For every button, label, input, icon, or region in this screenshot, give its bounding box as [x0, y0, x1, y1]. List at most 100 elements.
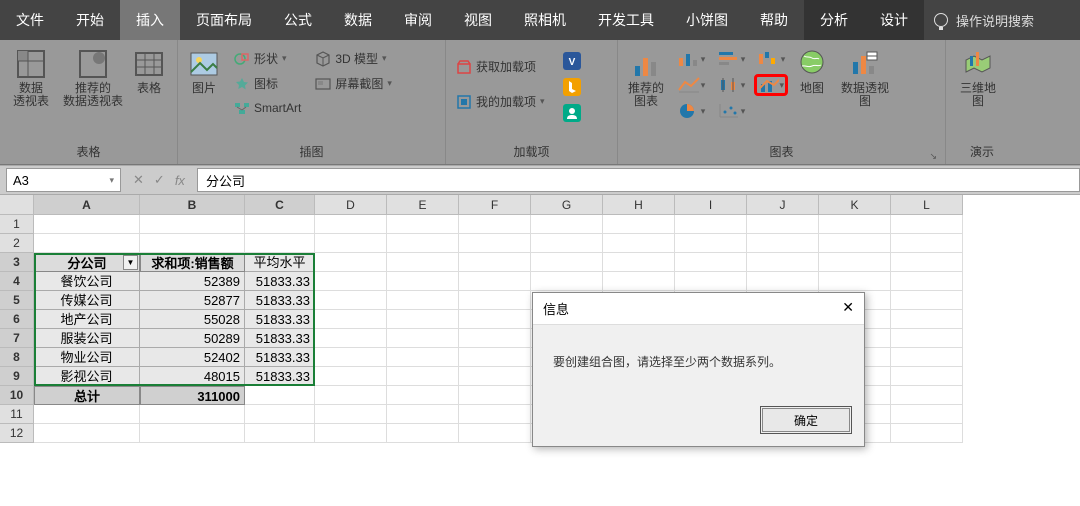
cell[interactable]	[603, 234, 675, 253]
hierarchy-chart-button[interactable]	[674, 74, 708, 96]
column-header[interactable]: D	[315, 195, 387, 215]
column-header[interactable]: F	[459, 195, 531, 215]
cell[interactable]	[315, 310, 387, 329]
pivot-table-button[interactable]: 数据 透视表	[6, 48, 56, 108]
cell[interactable]	[891, 215, 963, 234]
cell[interactable]	[459, 291, 531, 310]
scatter-chart-button[interactable]	[714, 100, 748, 122]
bar-chart-button[interactable]	[714, 48, 748, 70]
cell[interactable]: 51833.33	[245, 272, 315, 291]
cell[interactable]	[245, 386, 315, 405]
tab-help[interactable]: 帮助	[744, 0, 804, 40]
cell[interactable]	[603, 272, 675, 291]
cell[interactable]	[891, 329, 963, 348]
row-header[interactable]: 2	[0, 234, 34, 253]
row-header[interactable]: 6	[0, 310, 34, 329]
cell[interactable]	[891, 310, 963, 329]
pie-chart-button[interactable]	[674, 100, 708, 122]
cell[interactable]	[531, 272, 603, 291]
name-box[interactable]: A3	[6, 168, 121, 192]
tab-review[interactable]: 审阅	[388, 0, 448, 40]
stats-chart-button[interactable]	[714, 74, 748, 96]
cell[interactable]	[675, 253, 747, 272]
shapes-button[interactable]: 形状	[230, 48, 305, 69]
people-addin-button[interactable]	[555, 102, 589, 124]
row-header[interactable]: 3	[0, 253, 34, 272]
cell[interactable]	[387, 424, 459, 443]
recommended-charts-button[interactable]: 推荐的 图表	[624, 48, 668, 108]
tab-home[interactable]: 开始	[60, 0, 120, 40]
tab-page-layout[interactable]: 页面布局	[180, 0, 268, 40]
cell[interactable]	[387, 329, 459, 348]
cell[interactable]	[603, 253, 675, 272]
fx-icon[interactable]: fx	[175, 173, 185, 188]
row-header[interactable]: 7	[0, 329, 34, 348]
cell[interactable]	[245, 234, 315, 253]
cancel-formula-icon[interactable]: ✕	[133, 172, 144, 188]
map-chart-button[interactable]: 地图	[794, 48, 830, 95]
tab-file[interactable]: 文件	[0, 0, 60, 40]
column-header[interactable]: A	[34, 195, 140, 215]
cell[interactable]	[34, 234, 140, 253]
cell[interactable]	[315, 424, 387, 443]
cell[interactable]: 求和项:销售额	[140, 253, 245, 272]
cell[interactable]	[459, 234, 531, 253]
cell[interactable]	[34, 424, 140, 443]
cell[interactable]	[891, 405, 963, 424]
cell[interactable]	[140, 234, 245, 253]
column-header[interactable]: E	[387, 195, 459, 215]
waterfall-chart-button[interactable]	[754, 48, 788, 70]
cell[interactable]	[387, 234, 459, 253]
cell[interactable]	[459, 253, 531, 272]
column-header[interactable]: B	[140, 195, 245, 215]
cell[interactable]	[747, 253, 819, 272]
cell[interactable]	[675, 272, 747, 291]
cell[interactable]	[891, 291, 963, 310]
cell[interactable]: 餐饮公司	[34, 272, 140, 291]
cell[interactable]	[387, 405, 459, 424]
tab-view[interactable]: 视图	[448, 0, 508, 40]
row-header[interactable]: 12	[0, 424, 34, 443]
row-header[interactable]: 10	[0, 386, 34, 405]
cell[interactable]	[315, 272, 387, 291]
cell[interactable]	[315, 348, 387, 367]
cell[interactable]: 55028	[140, 310, 245, 329]
cell[interactable]	[459, 348, 531, 367]
cell[interactable]	[315, 234, 387, 253]
tab-data[interactable]: 数据	[328, 0, 388, 40]
icons-button[interactable]: 图标	[230, 73, 305, 94]
cell[interactable]	[891, 234, 963, 253]
cell[interactable]	[140, 405, 245, 424]
cell[interactable]	[459, 329, 531, 348]
column-header[interactable]: L	[891, 195, 963, 215]
column-header[interactable]: G	[531, 195, 603, 215]
cell[interactable]	[34, 405, 140, 424]
cell[interactable]: 51833.33	[245, 348, 315, 367]
visio-addin-button[interactable]: V	[555, 50, 589, 72]
group-charts-label[interactable]: 图表	[624, 140, 939, 164]
cell[interactable]: 51833.33	[245, 291, 315, 310]
cell[interactable]: 平均水平	[245, 253, 315, 272]
tab-developer[interactable]: 开发工具	[582, 0, 670, 40]
cell[interactable]: 48015	[140, 367, 245, 386]
cell[interactable]	[891, 424, 963, 443]
cell[interactable]	[675, 215, 747, 234]
recommended-pivot-button[interactable]: 推荐的 数据透视表	[62, 48, 124, 108]
cell[interactable]: 52389	[140, 272, 245, 291]
cell[interactable]	[891, 253, 963, 272]
cell[interactable]	[245, 405, 315, 424]
cell[interactable]	[459, 367, 531, 386]
smartart-button[interactable]: SmartArt	[230, 98, 305, 118]
dialog-ok-button[interactable]: 确定	[762, 408, 850, 432]
combo-chart-button[interactable]	[754, 74, 788, 96]
row-header[interactable]: 5	[0, 291, 34, 310]
cell[interactable]	[387, 253, 459, 272]
cell[interactable]	[603, 215, 675, 234]
cell[interactable]	[387, 215, 459, 234]
cell[interactable]	[140, 215, 245, 234]
screenshot-button[interactable]: 屏幕截图	[311, 73, 396, 94]
cell[interactable]	[891, 386, 963, 405]
formula-input[interactable]: 分公司	[197, 168, 1080, 192]
cell[interactable]	[459, 386, 531, 405]
cell[interactable]	[140, 424, 245, 443]
